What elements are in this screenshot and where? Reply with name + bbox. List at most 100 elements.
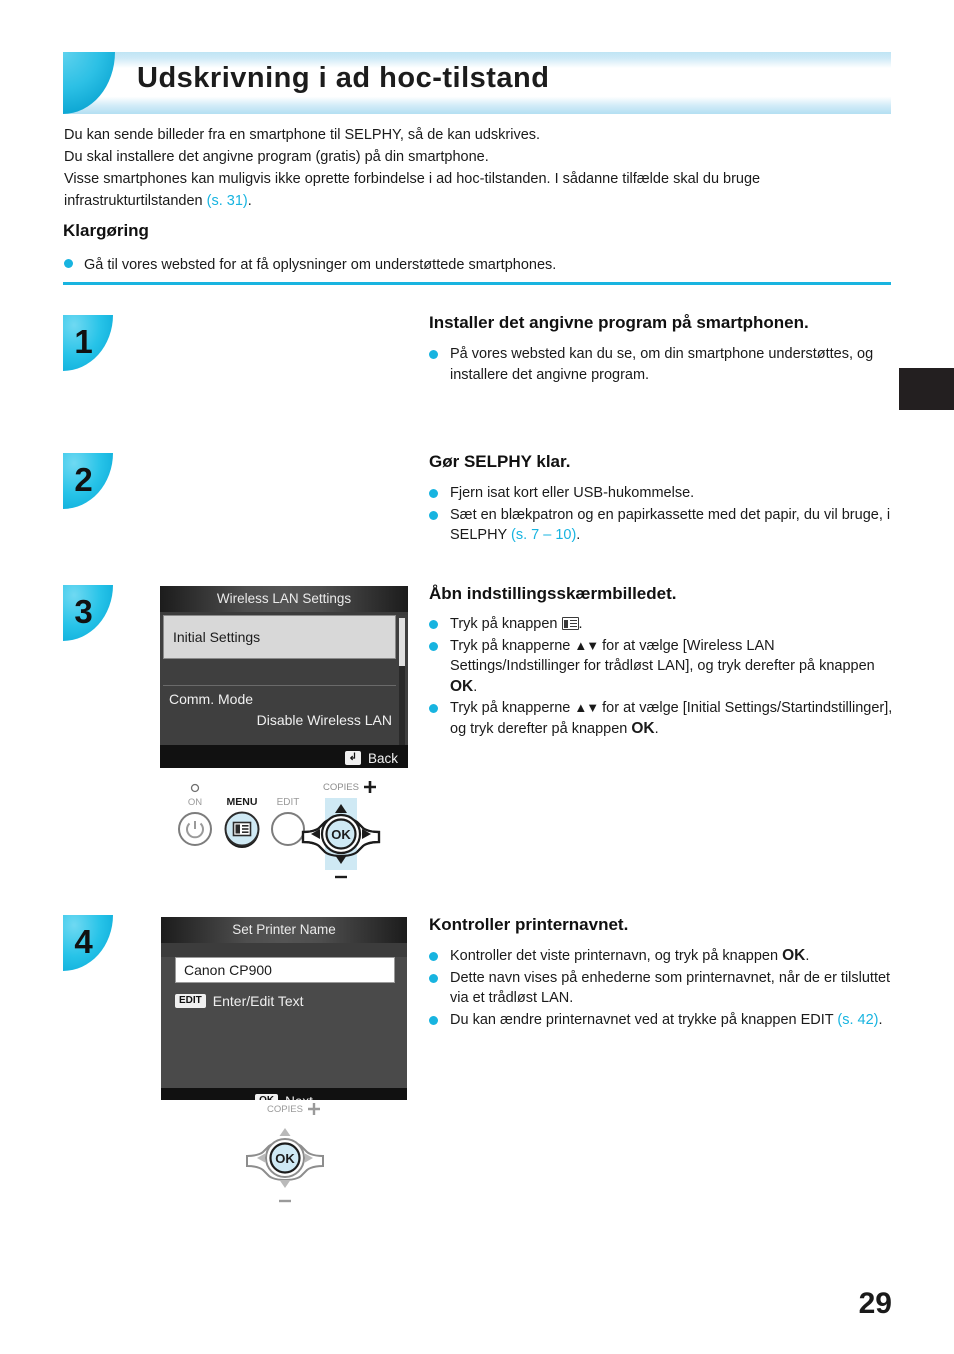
step-3-bullet-2: Tryk på knapperne ▲▼ for at vælge [Wirel… [429, 636, 894, 698]
chapter-thumb-tab [899, 368, 954, 410]
step-number-3: 3 [74, 592, 93, 630]
step-body-3: Tryk på knappen . Tryk på knapperne ▲▼ f… [429, 614, 894, 740]
step-3-bullet-1: Tryk på knappen . [429, 614, 894, 635]
step-2-bullet-2-text: Sæt en blækpatron og en papirkassette me… [450, 505, 894, 546]
step-3-bullet-1-lead: Tryk på knappen [450, 616, 562, 632]
ok-label: OK [275, 1151, 295, 1166]
ok-key-label: OK [782, 947, 806, 964]
step-body-2: Fjern isat kort eller USB-hukommelse. Sæ… [429, 483, 894, 547]
step-4-bullet-3-tail: . [878, 1011, 883, 1028]
lcd-row-comm-mode-label[interactable]: Comm. Mode [160, 686, 408, 707]
bullet-dot-icon [429, 510, 438, 520]
printer-name-input[interactable]: Canon CP900 [175, 957, 395, 983]
button-diagram-full: ON MENU EDIT COPIES OK [165, 778, 405, 888]
step-1-bullet-1: På vores websted kan du se, om din smart… [429, 344, 889, 385]
intro-line-4: infrastrukturtilstanden (s. 31). [64, 190, 894, 212]
step-badge-3: 3 [63, 585, 113, 641]
bullet-dot-icon [429, 620, 438, 629]
step-3-bullet-1-text: Tryk på knappen . [450, 614, 894, 635]
power-led-icon [190, 783, 200, 793]
step-3-bullet-3-lead: Tryk på knapperne [450, 700, 575, 716]
ok-key-label: OK [631, 719, 655, 737]
step-4-bullet-1: Kontroller det viste printernavn, og try… [429, 946, 894, 967]
lcd-spacer [160, 659, 408, 685]
lcd-body-printer: Canon CP900 EDIT Enter/Edit Text OK Next [161, 957, 407, 1100]
up-down-arrows-icon: ▲▼ [574, 637, 599, 653]
menu-icon [232, 821, 252, 837]
menu-label: MENU [227, 796, 258, 808]
preparation-bullet-text: Gå til vores websted for at få oplysning… [84, 257, 557, 273]
step-3-bullet-3-tail: . [654, 720, 659, 737]
lcd-footer-wireless: ↲ Back [160, 745, 408, 768]
plus-icon [308, 1103, 320, 1115]
step-2-bullet-1-text: Fjern isat kort eller USB-hukommelse. [450, 485, 695, 501]
lcd-body-wireless: Initial Settings Comm. Mode Disable Wire… [160, 615, 408, 768]
on-label: ON [188, 797, 202, 808]
page-header: Udskrivning i ad hoc-tilstand [63, 52, 891, 114]
lcd-edit-hint-label: Enter/Edit Text [212, 993, 304, 1009]
lcd-title-wireless: Wireless LAN Settings [160, 586, 408, 612]
ok-label: OK [331, 827, 351, 842]
lcd-scrollbar-thumb[interactable] [399, 618, 405, 666]
step-4-bullet-1-text: Kontroller det viste printernavn, og try… [450, 946, 894, 967]
step-3-bullet-2-tail: . [473, 678, 478, 695]
copies-label: COPIES [323, 782, 359, 793]
step-body-4: Kontroller det viste printernavn, og try… [429, 946, 894, 1031]
lcd-title-printer: Set Printer Name [161, 917, 407, 943]
page-reference-link[interactable]: (s. 7 – 10) [511, 527, 576, 543]
edit-key-icon: EDIT [175, 994, 206, 1008]
step-number-4: 4 [74, 922, 93, 960]
lcd-screen-set-printer-name: Set Printer Name Canon CP900 EDIT Enter/… [161, 917, 407, 1100]
step-title-2: Gør SELPHY klar. [429, 452, 571, 471]
step-4-bullet-1-tail: . [805, 948, 810, 964]
printer-buttons-svg: ON MENU EDIT COPIES OK [178, 781, 381, 879]
page-reference-link[interactable]: (s. 31) [207, 193, 248, 209]
step-3-bullet-3-text: Tryk på knapperne ▲▼ for at vælge [Initi… [450, 698, 894, 739]
step-number-2: 2 [74, 460, 93, 498]
step-2-bullet-2-tail: . [576, 527, 581, 543]
ok-key-label: OK [450, 677, 474, 695]
step-body-1: På vores websted kan du se, om din smart… [429, 344, 889, 386]
lcd-footer-back-label: Back [367, 750, 398, 766]
intro-line-4-tail: . [247, 193, 252, 209]
step-4-bullet-1-lead: Kontroller det viste printernavn, og try… [450, 948, 783, 964]
page-title: Udskrivning i ad hoc-tilstand [137, 62, 550, 94]
down-arrow-icon [279, 1180, 291, 1188]
bullet-dot-icon [429, 1015, 438, 1025]
intro-line-2: Du skal installere det angivne program (… [64, 149, 489, 165]
divider-rule [63, 282, 891, 285]
lcd-row-comm-mode-value: Disable Wireless LAN [256, 712, 392, 728]
intro-line-3: Visse smartphones kan muligvis ikke opre… [64, 168, 894, 190]
step-4-bullet-2: Dette navn vises på enhederne som printe… [429, 968, 894, 1009]
step-title-4: Kontroller printernavnet. [429, 915, 629, 934]
bullet-dot-icon [429, 350, 438, 359]
bullet-dot-icon [64, 259, 73, 268]
dpad-buttons-svg: COPIES OK [246, 1103, 324, 1203]
step-3-bullet-2-text: Tryk på knapperne ▲▼ for at vælge [Wirel… [450, 636, 894, 698]
lcd-menu-item-initial-settings[interactable]: Initial Settings [163, 615, 396, 659]
bullet-dot-icon [429, 641, 438, 651]
manual-page: Udskrivning i ad hoc-tilstand Du kan sen… [0, 0, 954, 1354]
step-3-bullet-3: Tryk på knapperne ▲▼ for at vælge [Initi… [429, 698, 894, 739]
step-2-bullet-2: Sæt en blækpatron og en papirkassette me… [429, 505, 894, 546]
step-badge-1: 1 [63, 315, 113, 371]
preparation-bullet: Gå til vores websted for at få oplysning… [64, 255, 884, 275]
step-4-bullet-3: Du kan ændre printernavnet ved at trykke… [429, 1010, 894, 1031]
bullet-dot-icon [429, 489, 438, 498]
bullet-dot-icon [429, 704, 438, 713]
step-3-bullet-2-lead: Tryk på knapperne [450, 637, 575, 654]
button-diagram-ok: COPIES OK [235, 1100, 345, 1217]
step-4-bullet-2-text: Dette navn vises på enhederne som printe… [450, 969, 891, 1007]
lcd-screen-wireless-lan: Wireless LAN Settings Initial Settings C… [160, 586, 408, 768]
lcd-footer-printer: OK Next [161, 1088, 407, 1100]
lcd-edit-hint[interactable]: EDIT Enter/Edit Text [175, 993, 407, 1009]
up-down-arrows-icon: ▲▼ [574, 700, 599, 715]
step-badge-4: 4 [63, 915, 113, 971]
step-number-1: 1 [74, 322, 93, 360]
page-reference-link[interactable]: (s. 42) [837, 1012, 878, 1028]
copies-label: COPIES [267, 1104, 303, 1115]
step-4-bullet-3-text: Du kan ændre printernavnet ved at trykke… [450, 1010, 894, 1031]
step-1-bullet-1-text: På vores websted kan du se, om din smart… [450, 346, 874, 383]
intro-line-4-text: infrastrukturtilstanden [64, 193, 207, 209]
bullet-dot-icon [429, 952, 438, 961]
